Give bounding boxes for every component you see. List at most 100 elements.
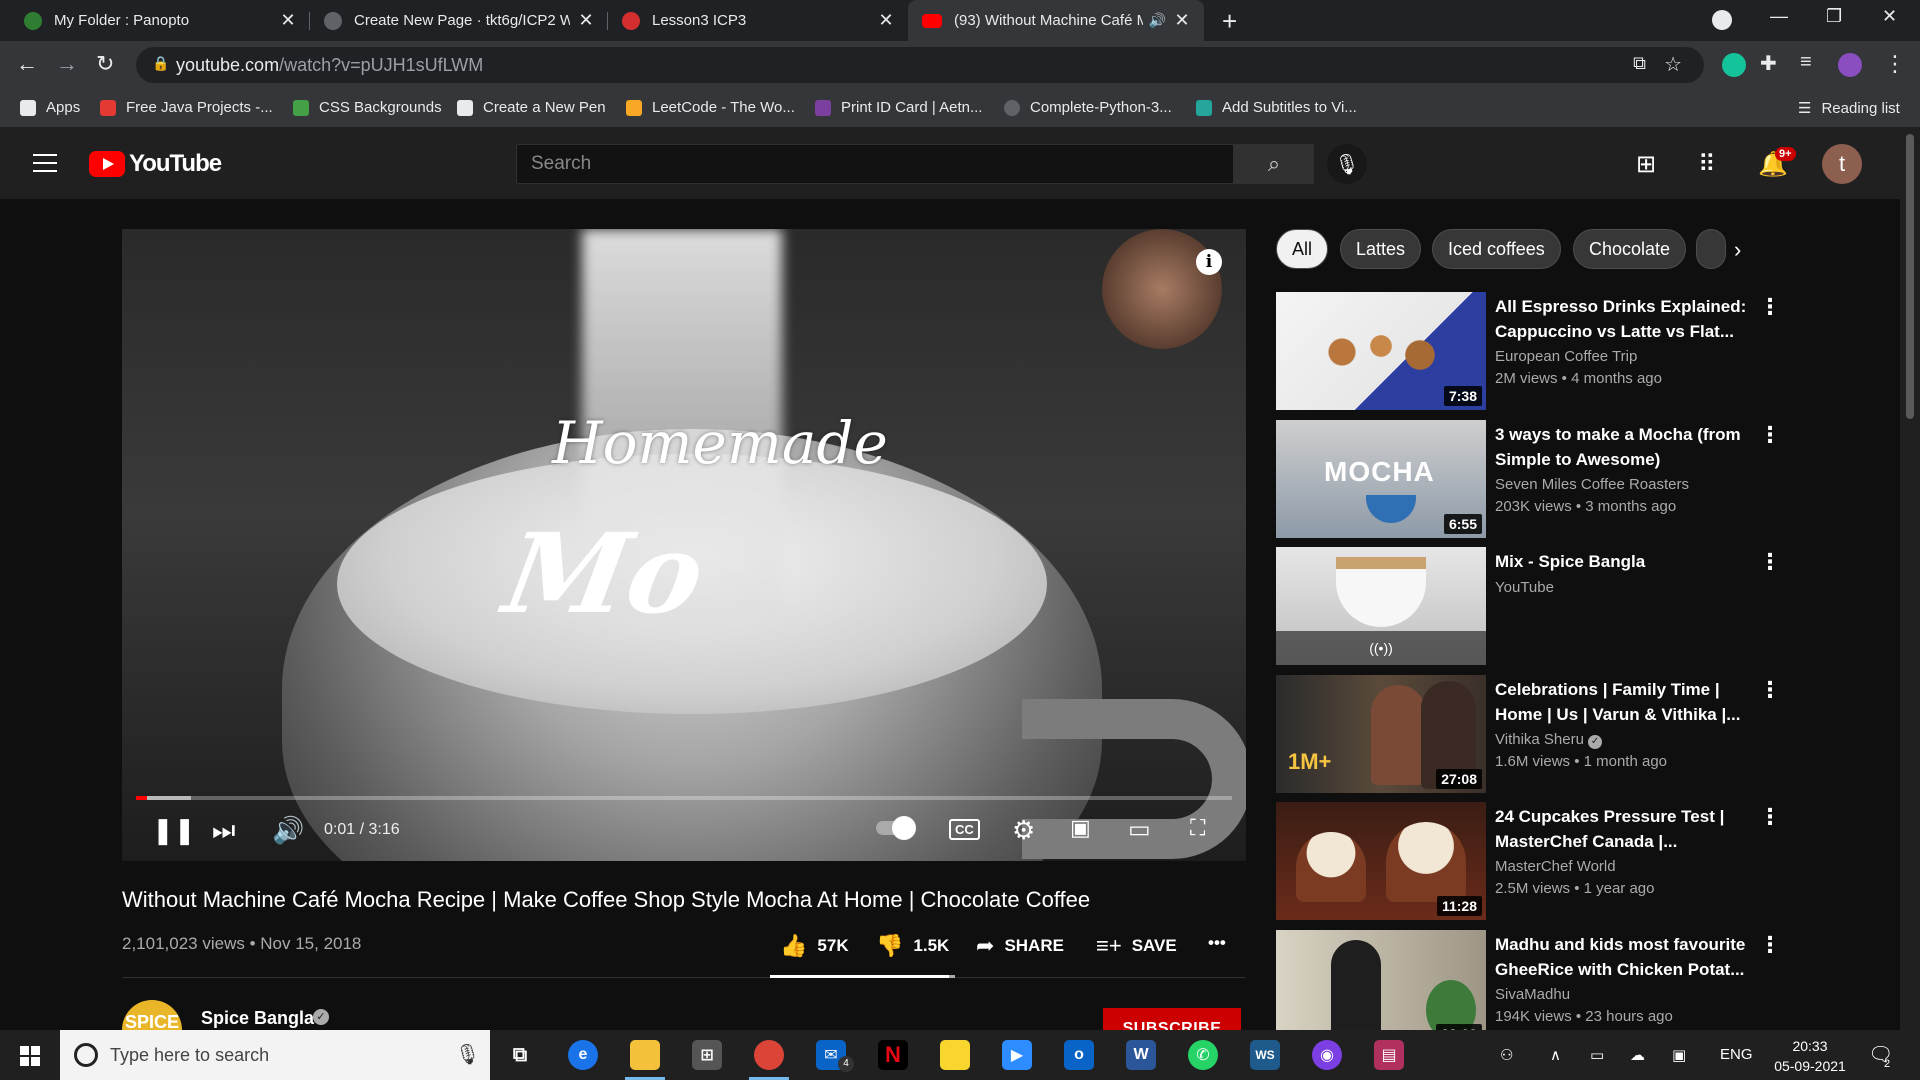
more-vertical-icon[interactable]: ⋮ (1759, 804, 1781, 830)
more-vertical-icon[interactable]: ⋮ (1759, 549, 1781, 575)
zoom-icon[interactable]: ▶ (1002, 1040, 1032, 1070)
system-clock[interactable]: 20:33 05-09-2021 (1770, 1036, 1850, 1076)
theater-mode-icon[interactable]: ▭ (1128, 815, 1151, 844)
video-thumbnail[interactable]: 1M+ 27:08 (1276, 675, 1486, 793)
autoplay-toggle[interactable] (876, 816, 916, 840)
recommendation-title[interactable]: Mix - Spice Bangla (1495, 549, 1755, 574)
account-avatar[interactable]: t (1822, 144, 1862, 184)
search-input[interactable]: Search (516, 144, 1234, 184)
ws-app-icon[interactable]: WS (1250, 1040, 1280, 1070)
edge-icon[interactable]: e (568, 1040, 598, 1070)
open-in-app-icon[interactable]: ⧉ (1633, 53, 1646, 74)
chip-all[interactable]: All (1276, 229, 1329, 269)
onedrive-icon[interactable]: ☁ (1630, 1046, 1645, 1064)
minimize-icon[interactable]: — (1770, 6, 1788, 27)
bookmark-leetcode[interactable]: LeetCode - The Wo... (626, 99, 795, 116)
chip-lattes[interactable]: Lattes (1340, 229, 1422, 269)
more-vertical-icon[interactable]: ⋮ (1759, 677, 1781, 703)
bookmark-codepen[interactable]: Create a New Pen (457, 99, 606, 116)
chip-iced-coffees[interactable]: Iced coffees (1432, 229, 1561, 269)
save-button[interactable]: ≡+ SAVE (1096, 933, 1177, 959)
close-icon[interactable]: ✕ (878, 10, 894, 31)
youtube-logo[interactable]: YouTube (89, 150, 222, 178)
chip-chocolate[interactable]: Chocolate (1573, 229, 1687, 269)
share-button[interactable]: ➦ SHARE (976, 933, 1064, 959)
close-window-icon[interactable]: ✕ (1882, 6, 1897, 27)
network-icon[interactable]: ▣ (1672, 1046, 1686, 1064)
recommendation-channel[interactable]: Vithika Sheru ✓ (1495, 731, 1765, 749)
bookmark-css[interactable]: CSS Backgrounds (293, 99, 442, 116)
settings-gear-icon[interactable]: ⚙ (1012, 815, 1035, 846)
channel-name[interactable]: Spice Bangla (201, 1008, 314, 1029)
close-icon[interactable]: ✕ (578, 10, 594, 31)
menu-hamburger-icon[interactable] (33, 154, 57, 178)
recommendation-title[interactable]: 3 ways to make a Mocha (from Simple to A… (1495, 422, 1755, 472)
fullscreen-icon[interactable]: ⛶ (1190, 815, 1205, 841)
sticky-notes-icon[interactable] (940, 1040, 970, 1070)
bookmark-subtitles[interactable]: Add Subtitles to Vi... (1196, 99, 1357, 116)
recommendation-title[interactable]: 24 Cupcakes Pressure Test | MasterChef C… (1495, 804, 1755, 854)
recommendation-channel[interactable]: Seven Miles Coffee Roasters (1495, 476, 1765, 493)
mic-icon[interactable]: 🎙 (455, 1030, 480, 1080)
bookmark-idcard[interactable]: Print ID Card | Aetn... (815, 99, 982, 116)
app-icon[interactable]: ▤ (1374, 1040, 1404, 1070)
recommendation-channel[interactable]: European Coffee Trip (1495, 348, 1765, 365)
progress-bar[interactable] (136, 796, 1232, 800)
search-button[interactable]: ⌕ (1234, 144, 1314, 184)
outlook-icon[interactable]: o (1064, 1040, 1094, 1070)
close-icon[interactable]: ✕ (1174, 10, 1190, 31)
bookmark-apps[interactable]: Apps (20, 99, 80, 116)
extensions-icon[interactable]: ✚ (1760, 51, 1777, 76)
reading-list[interactable]: ☰ Reading list (1798, 99, 1900, 118)
video-thumbnail[interactable]: 11:28 (1276, 802, 1486, 920)
create-video-icon[interactable]: ⊞ (1636, 150, 1656, 179)
tab-panopto[interactable]: My Folder : Panopto ✕ (10, 0, 310, 41)
recommendation-channel[interactable]: MasterChef World (1495, 858, 1765, 875)
recommendation-channel[interactable]: YouTube (1495, 579, 1765, 596)
recommendation-title[interactable]: All Espresso Drinks Explained: Cappuccin… (1495, 294, 1755, 344)
recommendation-item[interactable]: MOCHA 6:55 3 ways to make a Mocha (from … (1276, 420, 1796, 538)
windows-start-icon[interactable] (20, 1046, 40, 1066)
reload-icon[interactable]: ↻ (96, 51, 114, 77)
pause-icon[interactable]: ❚❚ (152, 815, 196, 846)
profile-icon[interactable] (1838, 53, 1862, 77)
task-view-icon[interactable]: ⧉ (505, 1040, 535, 1070)
battery-icon[interactable]: ▭ (1590, 1046, 1604, 1064)
chip-partial[interactable] (1696, 229, 1726, 269)
video-thumbnail[interactable]: 7:38 (1276, 292, 1486, 410)
tab-github[interactable]: Create New Page · tkt6g/ICP2 Wi ✕ (310, 0, 608, 41)
bookmark-star-icon[interactable]: ☆ (1664, 52, 1682, 77)
recommendation-channel[interactable]: SivaMadhu (1495, 986, 1765, 1003)
scrollbar-thumb[interactable] (1906, 134, 1914, 419)
menu-icon[interactable]: ⋮ (1884, 51, 1906, 77)
tab-youtube[interactable]: (93) Without Machine Café M 🔊 ✕ (908, 0, 1204, 41)
like-button[interactable]: 👍 57K (780, 933, 849, 959)
voice-search-button[interactable]: 🎙 (1327, 144, 1367, 184)
github-desktop-icon[interactable]: ◉ (1312, 1040, 1342, 1070)
recommendation-item[interactable]: 1M+ 27:08 Celebrations | Family Time | H… (1276, 675, 1796, 793)
media-control-icon[interactable]: ≡ (1800, 51, 1812, 74)
next-icon[interactable]: ⏭ (212, 815, 235, 847)
taskbar-search-input[interactable]: Type here to search 🎙 (60, 1030, 490, 1080)
more-vertical-icon[interactable]: ⋮ (1759, 932, 1781, 958)
miniplayer-icon[interactable]: ▣ (1070, 815, 1091, 841)
bookmark-java[interactable]: Free Java Projects -... (100, 99, 273, 116)
new-tab-button[interactable]: + (1222, 6, 1237, 37)
whatsapp-icon[interactable]: ✆ (1188, 1040, 1218, 1070)
video-thumbnail[interactable]: MOCHA 6:55 (1276, 420, 1486, 538)
recommendation-item[interactable]: 7:38 All Espresso Drinks Explained: Capp… (1276, 292, 1796, 410)
word-icon[interactable]: W (1126, 1040, 1156, 1070)
page-scrollbar[interactable] (1900, 128, 1920, 1030)
dislike-button[interactable]: 👎 1.5K (876, 933, 949, 959)
back-icon[interactable]: ← (16, 51, 38, 77)
video-player[interactable]: Homemade Mo i ❚❚ ⏭ 🔊 0:01 / 3:16 CC ⚙ ▣ … (122, 229, 1246, 861)
more-actions-button[interactable]: ••• (1208, 933, 1226, 953)
more-vertical-icon[interactable]: ⋮ (1759, 294, 1781, 320)
video-thumbnail[interactable]: ((•)) (1276, 547, 1486, 665)
recommendation-item[interactable]: ((•)) Mix - Spice Bangla YouTube ⋮ (1276, 547, 1796, 665)
forward-icon[interactable]: → (56, 51, 78, 77)
tab-lesson3[interactable]: Lesson3 ICP3 ✕ (608, 0, 908, 41)
captions-icon[interactable]: CC (949, 819, 980, 840)
recommendation-title[interactable]: Celebrations | Family Time | Home | Us |… (1495, 677, 1755, 727)
chevron-right-icon[interactable]: › (1734, 237, 1741, 263)
